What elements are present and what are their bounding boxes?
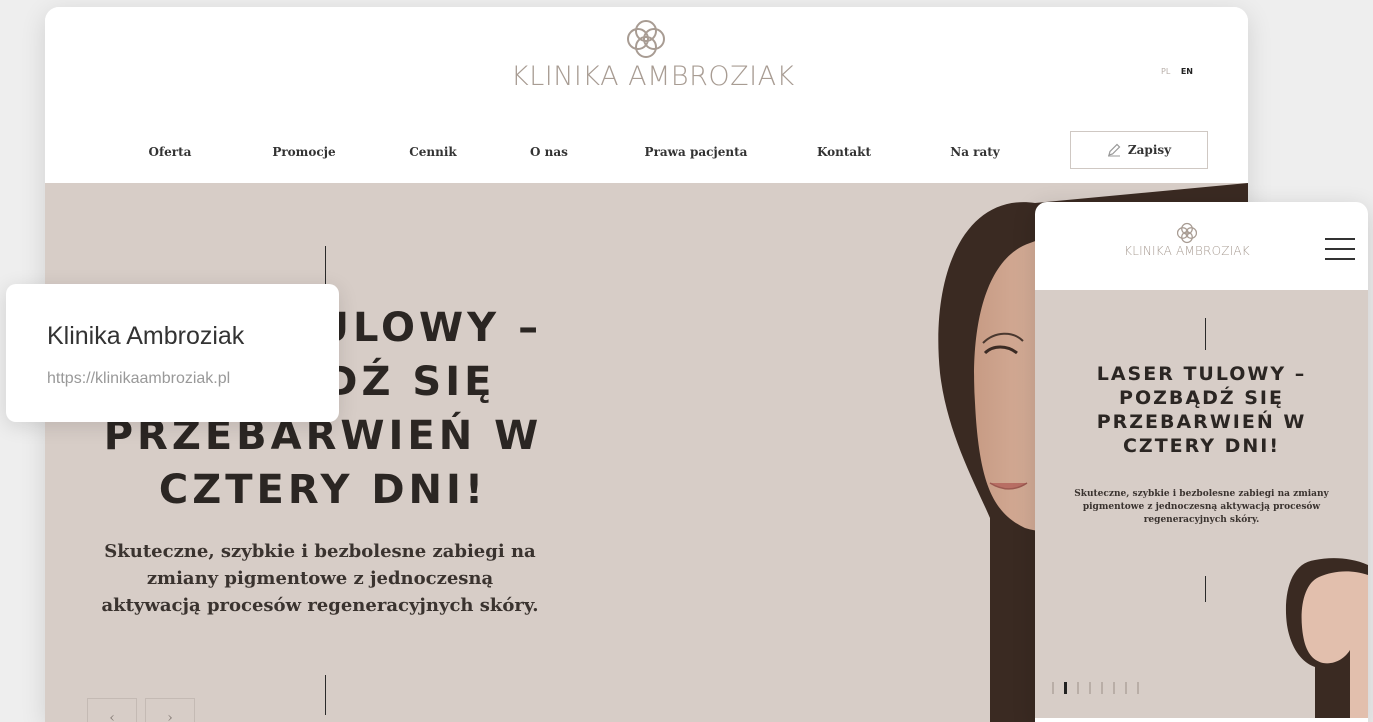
brand-name: KLINIKA AMBROZIAK: [511, 61, 795, 92]
mobile-hero-subtitle: Skuteczne, szybkie i bezbolesne zabiegi …: [1074, 489, 1329, 525]
slide-dot[interactable]: [1101, 682, 1103, 694]
hero-subtitle: Skuteczne, szybkie i bezbolesne zabiegi …: [101, 541, 539, 616]
zapisy-label: Zapisy: [1127, 143, 1172, 157]
logo-rings-icon: [1177, 222, 1197, 244]
nav-cennik[interactable]: Cennik: [409, 145, 457, 159]
nav-na-raty[interactable]: Na raty: [950, 145, 1000, 159]
mobile-bottom-bar: [1035, 718, 1368, 722]
chevron-right-icon: ›: [167, 710, 173, 722]
slide-dot[interactable]: [1077, 682, 1079, 694]
mobile-preview: KLINIKA AMBROZIAK LASER TULOWY – POZBĄDŹ…: [1035, 202, 1368, 722]
mobile-brand-name: KLINIKA AMBROZIAK: [1124, 244, 1250, 258]
site-info-url[interactable]: https://klinikaambroziak.pl: [47, 370, 230, 388]
slide-dot[interactable]: [1125, 682, 1127, 694]
language-switcher: PL EN: [1161, 67, 1193, 76]
mobile-hero-title: LASER TULOWY – POZBĄDŹ SIĘ PRZEBARWIEŃ W…: [1096, 363, 1307, 457]
lang-en[interactable]: EN: [1181, 67, 1193, 76]
nav-prawa-pacjenta[interactable]: Prawa pacjenta: [645, 145, 748, 159]
site-logo[interactable]: KLINIKA AMBROZIAK: [511, 19, 795, 92]
nav-oferta[interactable]: Oferta: [149, 145, 192, 159]
site-info-title: Klinika Ambroziak: [47, 322, 245, 350]
logo-rings-icon: [627, 20, 665, 58]
slide-dot[interactable]: [1113, 682, 1115, 694]
slide-dot[interactable]: [1052, 682, 1054, 694]
nav-promocje[interactable]: Promocje: [272, 145, 335, 159]
slide-dot-active[interactable]: [1064, 682, 1067, 694]
divider-bottom: [325, 675, 326, 715]
mobile-logo[interactable]: KLINIKA AMBROZIAK: [1121, 222, 1253, 258]
chevron-left-icon: ‹: [109, 710, 115, 722]
mobile-divider-bottom: [1205, 576, 1206, 602]
nav-kontakt[interactable]: Kontakt: [817, 145, 871, 159]
hamburger-menu-icon[interactable]: [1325, 238, 1355, 260]
prev-slide-button[interactable]: ‹: [87, 698, 137, 722]
slide-indicators[interactable]: [1052, 682, 1139, 694]
mobile-divider-top: [1205, 318, 1206, 350]
mobile-hero: LASER TULOWY – POZBĄDŹ SIĘ PRZEBARWIEŃ W…: [1035, 290, 1368, 718]
slide-dot[interactable]: [1089, 682, 1091, 694]
slide-dot[interactable]: [1137, 682, 1139, 694]
lang-pl[interactable]: PL: [1161, 67, 1170, 76]
mobile-woman-portrait-image: [1285, 558, 1368, 718]
nav-o-nas[interactable]: O nas: [530, 145, 568, 159]
site-header: KLINIKA AMBROZIAK PL EN Oferta Promocje …: [45, 7, 1248, 183]
pencil-icon: [1107, 143, 1121, 157]
next-slide-button[interactable]: ›: [145, 698, 195, 722]
zapisy-button[interactable]: Zapisy: [1070, 131, 1208, 169]
site-info-card: Klinika Ambroziak https://klinikaambrozi…: [6, 284, 339, 422]
